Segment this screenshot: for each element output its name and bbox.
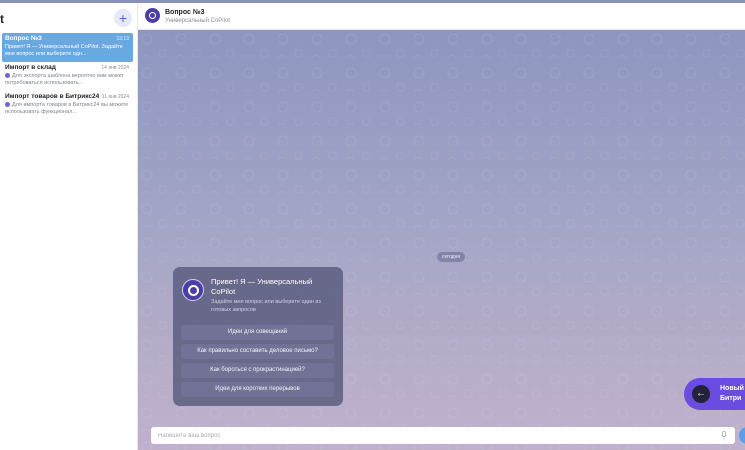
copilot-dot-icon	[5, 73, 10, 78]
chat-list-item[interactable]: Импорт в склад 14 янв 2024 Для экспорта …	[2, 62, 133, 91]
chat-sidebar: t + Вопрос №3 13:13 Привет! Я — Универса…	[0, 3, 138, 450]
date-separator: сегодня	[437, 252, 466, 262]
chat-list-item[interactable]: Импорт товаров в Битрикс24 11 янв 2024 Д…	[2, 91, 133, 120]
new-chat-button[interactable]: +	[114, 9, 132, 27]
chat-item-date: 13:13	[116, 36, 129, 42]
sidebar-header: t +	[0, 3, 137, 29]
chat-item-title: Импорт в склад	[5, 64, 56, 71]
message-input-bar	[151, 427, 735, 444]
copilot-avatar-icon	[182, 279, 204, 301]
chat-messages-area[interactable]: сегодня Привет! Я — Универсальный CoPilo…	[138, 30, 745, 450]
promo-line-1: Новый	[720, 385, 744, 392]
chat-item-title: Вопрос №3	[5, 35, 42, 42]
sidebar-title: t	[0, 12, 4, 26]
arrow-left-icon: ←	[692, 385, 710, 403]
welcome-title: Привет! Я — Универсальный CoPilot	[211, 277, 313, 296]
microphone-icon[interactable]	[721, 431, 727, 440]
welcome-message: Привет! Я — Универсальный CoPilot Задайт…	[173, 267, 343, 406]
quick-prompt-button[interactable]: Как правильно составить деловое письмо?	[181, 344, 334, 359]
chat-main: Вопрос №3 Универсальный CoPilot сегодня …	[138, 3, 745, 450]
message-input[interactable]	[158, 429, 698, 442]
chat-subtitle: Универсальный CoPilot	[165, 18, 230, 24]
chat-header: Вопрос №3 Универсальный CoPilot	[138, 3, 745, 30]
promo-line-2: Битри	[720, 395, 742, 402]
chat-item-preview-text: Для экспорта шаблона вероятно вам может …	[5, 73, 125, 86]
quick-prompt-button[interactable]: Идеи для совещаний	[181, 325, 334, 340]
chat-item-preview-text: Для импорта товаров в Битрикс24 вы может…	[5, 102, 129, 115]
new-chat-promo-button[interactable]: ← Новый Битри	[684, 378, 745, 410]
chat-list-item[interactable]: Вопрос №3 13:13 Привет! Я — Универсальны…	[2, 33, 133, 62]
chat-item-title: Импорт товаров в Битрикс24	[5, 93, 100, 100]
chat-item-date: 14 янв 2024	[101, 65, 129, 71]
chat-item-preview: Для импорта товаров в Битрикс24 вы может…	[5, 102, 130, 116]
quick-prompt-button[interactable]: Идеи для коротких перерывов	[181, 382, 334, 397]
copilot-dot-icon	[5, 102, 10, 107]
copilot-avatar-icon[interactable]	[145, 8, 160, 23]
chat-item-date: 11 янв 2024	[101, 94, 129, 100]
quick-prompt-button[interactable]: Как бороться с прокрастинацией?	[181, 363, 334, 378]
chat-item-preview: Привет! Я — Универсальный CoPilot. Задай…	[5, 44, 123, 57]
chat-item-preview: Для экспорта шаблона вероятно вам может …	[5, 73, 130, 87]
welcome-subtitle: Задайте мне вопрос или выберите один из …	[211, 299, 321, 313]
chat-title[interactable]: Вопрос №3	[165, 9, 205, 16]
